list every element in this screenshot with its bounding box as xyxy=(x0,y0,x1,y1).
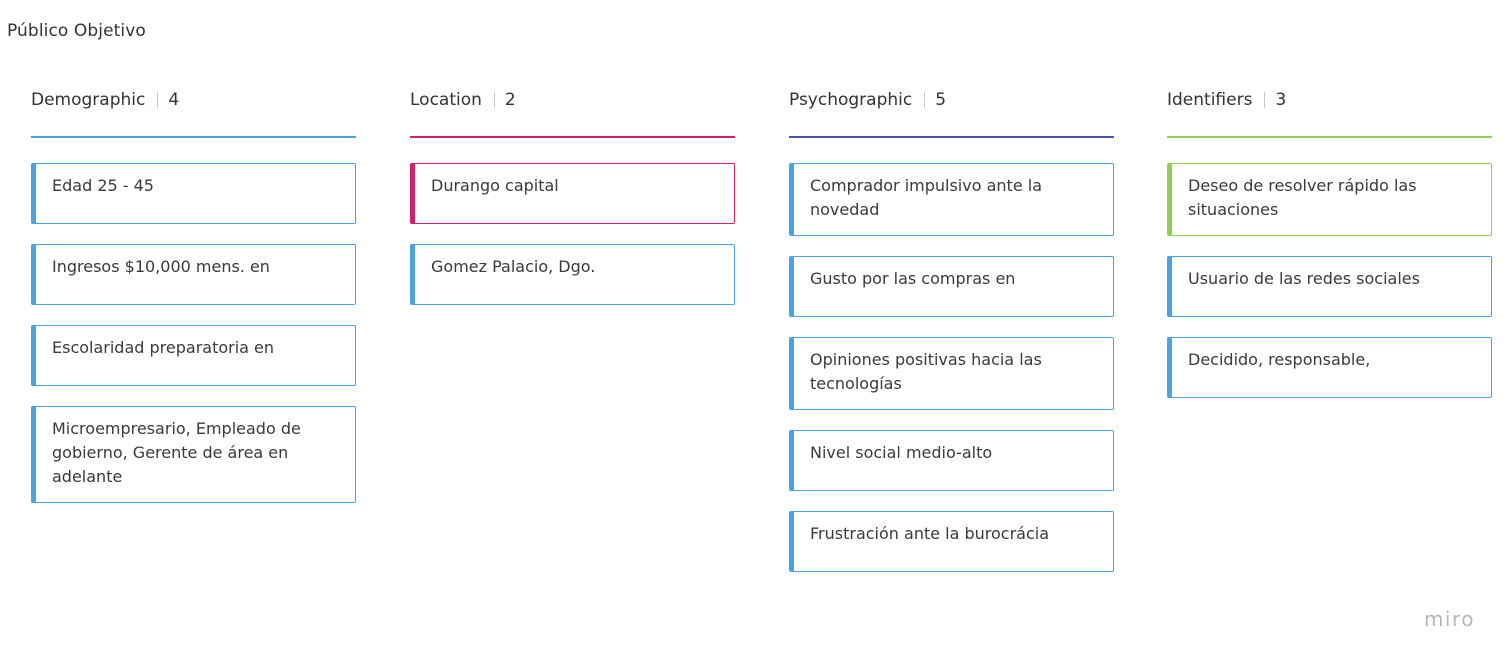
column-rule xyxy=(789,136,1114,138)
column-count: 2 xyxy=(504,90,516,110)
column-rule xyxy=(1167,136,1492,138)
column-header[interactable]: Demographic 4 xyxy=(31,86,356,114)
sticky-card[interactable]: Decidido, responsable, xyxy=(1167,337,1492,398)
sticky-card[interactable]: Escolaridad preparatoria en xyxy=(31,325,356,386)
column-count: 3 xyxy=(1275,90,1287,110)
sticky-card[interactable]: Gomez Palacio, Dgo. xyxy=(410,244,735,305)
card-list: Comprador impulsivo ante la novedad Gust… xyxy=(789,163,1114,572)
card-list: Edad 25 - 45 Ingresos $10,000 mens. en E… xyxy=(31,163,356,503)
column-title: Psychographic xyxy=(789,90,913,110)
column-count: 5 xyxy=(935,90,947,110)
sticky-card[interactable]: Gusto por las compras en xyxy=(789,256,1114,317)
sticky-card[interactable]: Deseo de resolver rápido las situaciones xyxy=(1167,163,1492,236)
column-title: Demographic xyxy=(31,90,146,110)
column-count: 4 xyxy=(168,90,180,110)
header-divider xyxy=(924,92,926,108)
column-header[interactable]: Psychographic 5 xyxy=(789,86,1114,114)
sticky-card[interactable]: Ingresos $10,000 mens. en xyxy=(31,244,356,305)
column-demographic: Demographic 4 Edad 25 - 45 Ingresos $10,… xyxy=(31,86,356,523)
board-title: Público Objetivo xyxy=(7,21,146,41)
header-divider xyxy=(493,92,495,108)
column-location: Location 2 Durango capital Gomez Palacio… xyxy=(410,86,735,325)
sticky-card[interactable]: Frustración ante la burocrácia xyxy=(789,511,1114,572)
column-title: Location xyxy=(410,90,482,110)
sticky-card[interactable]: Comprador impulsivo ante la novedad xyxy=(789,163,1114,236)
column-title: Identifiers xyxy=(1167,90,1253,110)
column-identifiers: Identifiers 3 Deseo de resolver rápido l… xyxy=(1167,86,1492,418)
column-psychographic: Psychographic 5 Comprador impulsivo ante… xyxy=(789,86,1114,592)
card-list: Deseo de resolver rápido las situaciones… xyxy=(1167,163,1492,398)
sticky-card[interactable]: Microempresario, Empleado de gobierno, G… xyxy=(31,406,356,503)
column-rule xyxy=(31,136,356,138)
card-list: Durango capital Gomez Palacio, Dgo. xyxy=(410,163,735,305)
sticky-card[interactable]: Usuario de las redes sociales xyxy=(1167,256,1492,317)
sticky-card[interactable]: Nivel social medio-alto xyxy=(789,430,1114,491)
sticky-card[interactable]: Edad 25 - 45 xyxy=(31,163,356,224)
column-rule xyxy=(410,136,735,138)
header-divider xyxy=(157,92,159,108)
column-header[interactable]: Identifiers 3 xyxy=(1167,86,1492,114)
miro-logo: miro xyxy=(1423,607,1475,631)
column-header[interactable]: Location 2 xyxy=(410,86,735,114)
sticky-card[interactable]: Durango capital xyxy=(410,163,735,224)
header-divider xyxy=(1264,92,1266,108)
sticky-card[interactable]: Opiniones positivas hacia las tecnología… xyxy=(789,337,1114,410)
